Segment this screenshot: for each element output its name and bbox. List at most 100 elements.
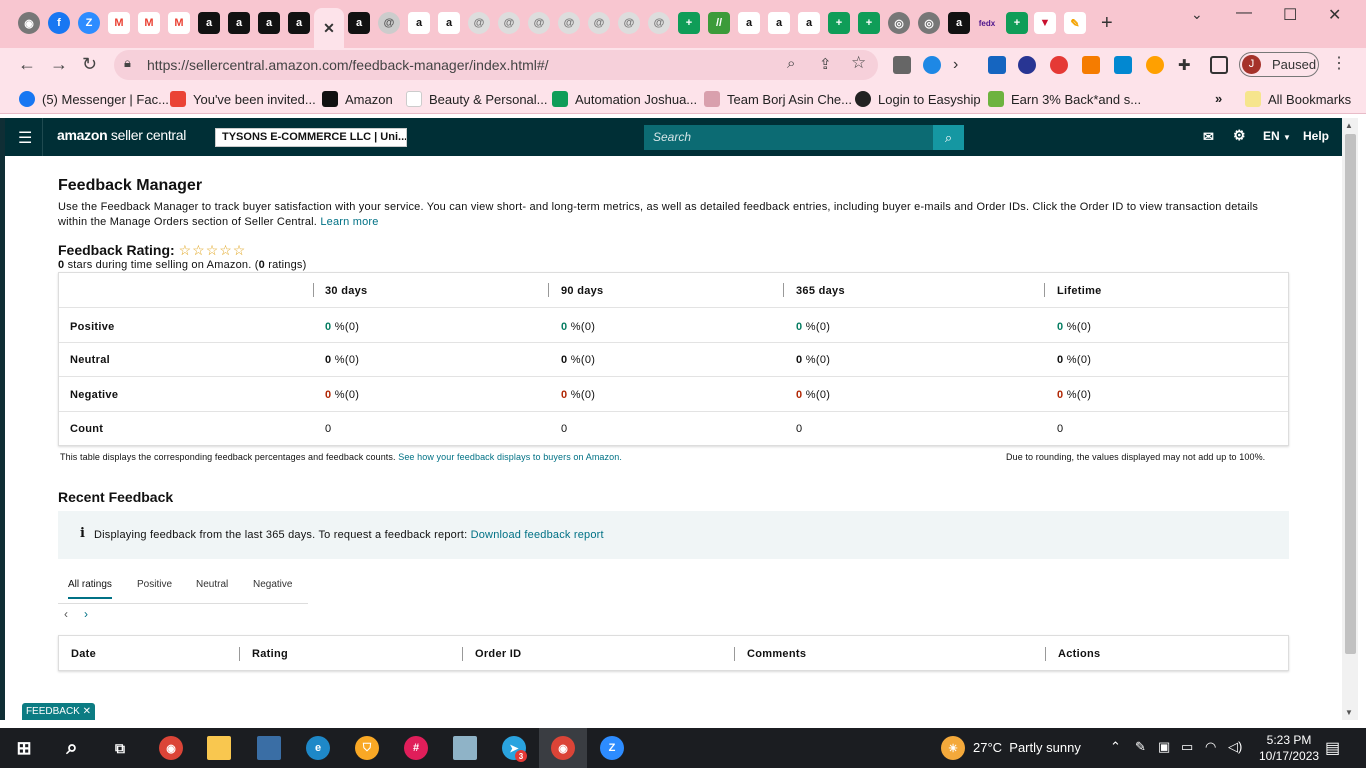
mail-icon[interactable]: ✉: [1203, 129, 1214, 145]
search-button[interactable]: ⌕: [933, 125, 964, 150]
prev-page-icon[interactable]: ‹: [64, 607, 68, 621]
app-taskbar-icon[interactable]: [257, 736, 281, 760]
bookmark-earn[interactable]: Earn 3% Back*and s...: [988, 91, 1141, 107]
extension-icon[interactable]: [923, 56, 941, 74]
learn-more-link[interactable]: Learn more: [320, 216, 378, 228]
pokeball-extension-icon[interactable]: [1050, 56, 1068, 74]
site-tab-icon[interactable]: ▼: [1034, 12, 1056, 34]
fedex-tab-icon[interactable]: fedx: [976, 12, 998, 34]
amazon-smile-tab-icon[interactable]: a: [738, 12, 760, 34]
amazon-tab-icon[interactable]: a: [948, 12, 970, 34]
edge-icon[interactable]: e: [306, 736, 330, 760]
amazon-tab-icon[interactable]: a: [348, 12, 370, 34]
site-tab-icon[interactable]: @: [588, 12, 610, 34]
bookmark-messenger[interactable]: (5) Messenger | Fac...: [19, 91, 169, 107]
bookmark-star-icon[interactable]: ☆: [851, 53, 866, 73]
bookmark-beauty[interactable]: Beauty & Personal...: [406, 91, 548, 107]
new-tab-icon[interactable]: +: [1101, 12, 1113, 35]
js-extension-icon[interactable]: [1082, 56, 1100, 74]
sheets-tab-icon[interactable]: +: [858, 12, 880, 34]
volume-icon[interactable]: ◁): [1228, 739, 1242, 755]
vpn-icon[interactable]: ⛉: [355, 736, 379, 760]
scroll-down-icon[interactable]: ▼: [1345, 708, 1353, 717]
extension-icon[interactable]: [1018, 56, 1036, 74]
notification-icon[interactable]: ▤: [1325, 738, 1340, 758]
gmail-tab-icon[interactable]: M: [168, 12, 190, 34]
amazon-tab-icon[interactable]: a: [228, 12, 250, 34]
sheets-tab-icon[interactable]: +: [828, 12, 850, 34]
weather-icon[interactable]: ☀: [941, 736, 965, 760]
bookmark-team-borj[interactable]: Team Borj Asin Che...: [704, 91, 852, 107]
zoom-tab-icon[interactable]: Z: [78, 12, 100, 34]
site-tab-icon[interactable]: @: [468, 12, 490, 34]
download-report-link[interactable]: Download feedback report: [471, 529, 604, 541]
task-view-icon[interactable]: ⧉: [108, 736, 132, 760]
extension-cursor-icon[interactable]: ›: [953, 56, 971, 74]
site-tab-icon[interactable]: @: [558, 12, 580, 34]
feedback-tab-button[interactable]: FEEDBACK ✕: [22, 703, 95, 720]
search-icon[interactable]: ⌕: [60, 736, 84, 760]
tab-negative[interactable]: Negative: [253, 579, 292, 590]
file-explorer-icon[interactable]: [207, 736, 231, 760]
active-tab-close-icon[interactable]: ✕: [314, 8, 344, 48]
site-tab-icon[interactable]: @: [498, 12, 520, 34]
buyer-display-link[interactable]: See how your feedback displays to buyers…: [398, 452, 622, 462]
maximize-icon[interactable]: ☐: [1283, 5, 1297, 25]
chevron-up-icon[interactable]: ⌃: [1110, 739, 1121, 755]
minimize-icon[interactable]: —: [1236, 4, 1252, 22]
pen-icon[interactable]: ✎: [1135, 739, 1146, 755]
tab-search-icon[interactable]: ⌄: [1191, 6, 1203, 23]
back-icon[interactable]: ←: [18, 54, 36, 75]
language-selector[interactable]: EN ▼: [1263, 129, 1291, 143]
site-tab-icon[interactable]: //: [708, 12, 730, 34]
monitor-icon[interactable]: ▣: [1158, 739, 1170, 755]
lock-icon[interactable]: 🔒︎: [124, 55, 131, 71]
zoom-icon[interactable]: ⌕: [787, 55, 795, 72]
sheets-tab-icon[interactable]: +: [1006, 12, 1028, 34]
amazon-smile-tab-icon[interactable]: a: [798, 12, 820, 34]
bookmark-automation[interactable]: Automation Joshua...: [552, 91, 697, 107]
battery-icon[interactable]: ▭: [1181, 739, 1193, 755]
extension-icon[interactable]: [1146, 56, 1164, 74]
kebab-menu-icon[interactable]: ⋮: [1331, 53, 1347, 73]
scroll-up-icon[interactable]: ▲: [1345, 121, 1353, 130]
chrome-taskbar-icon[interactable]: ◉: [551, 736, 575, 760]
next-page-icon[interactable]: ›: [84, 607, 88, 621]
seller-central-logo[interactable]: amazon seller central: [57, 127, 186, 143]
globe-tab-icon[interactable]: ◎: [888, 12, 910, 34]
amazon-tab-icon[interactable]: a: [288, 12, 310, 34]
globe-tab-icon[interactable]: ◎: [918, 12, 940, 34]
forward-icon[interactable]: →: [50, 54, 68, 75]
puzzle-icon[interactable]: ✚: [1178, 56, 1196, 74]
gear-icon[interactable]: ⚙: [1233, 127, 1246, 144]
tab-all-ratings[interactable]: All ratings: [68, 579, 112, 599]
amazon-tab-icon[interactable]: a: [198, 12, 220, 34]
amazon-smile-tab-icon[interactable]: a: [768, 12, 790, 34]
weather-widget[interactable]: 27°C Partly sunny: [973, 740, 1081, 755]
close-icon[interactable]: ✕: [83, 706, 91, 717]
reload-icon[interactable]: ↻: [82, 54, 97, 75]
site-tab-icon[interactable]: @: [618, 12, 640, 34]
clock[interactable]: 5:23 PM 10/17/2023: [1259, 732, 1319, 764]
site-tab-icon[interactable]: ✎: [1064, 12, 1086, 34]
extension-icon[interactable]: [1114, 56, 1132, 74]
wifi-icon[interactable]: ◠: [1205, 739, 1216, 755]
gmail-tab-icon[interactable]: M: [108, 12, 130, 34]
scroll-thumb[interactable]: [1345, 134, 1356, 654]
side-panel-icon[interactable]: [1210, 56, 1228, 74]
tab-positive[interactable]: Positive: [137, 579, 172, 590]
sheets-tab-icon[interactable]: +: [678, 12, 700, 34]
facebook-tab-icon[interactable]: f: [48, 12, 70, 34]
slack-icon[interactable]: #: [404, 736, 428, 760]
gmail-tab-icon[interactable]: M: [138, 12, 160, 34]
bookmark-amazon[interactable]: Amazon: [322, 91, 393, 107]
amazon-smile-tab-icon[interactable]: a: [408, 12, 430, 34]
chrome-tab-icon[interactable]: ◉: [18, 12, 40, 34]
extension-ok-icon[interactable]: [988, 56, 1006, 74]
bookmarks-overflow-icon[interactable]: »: [1215, 91, 1222, 106]
window-close-icon[interactable]: ✕: [1328, 5, 1341, 25]
search-input[interactable]: Search: [644, 125, 933, 150]
zoom-taskbar-icon[interactable]: Z: [600, 736, 624, 760]
chrome-taskbar-icon[interactable]: ◉: [159, 736, 183, 760]
amazon-smile-tab-icon[interactable]: a: [438, 12, 460, 34]
